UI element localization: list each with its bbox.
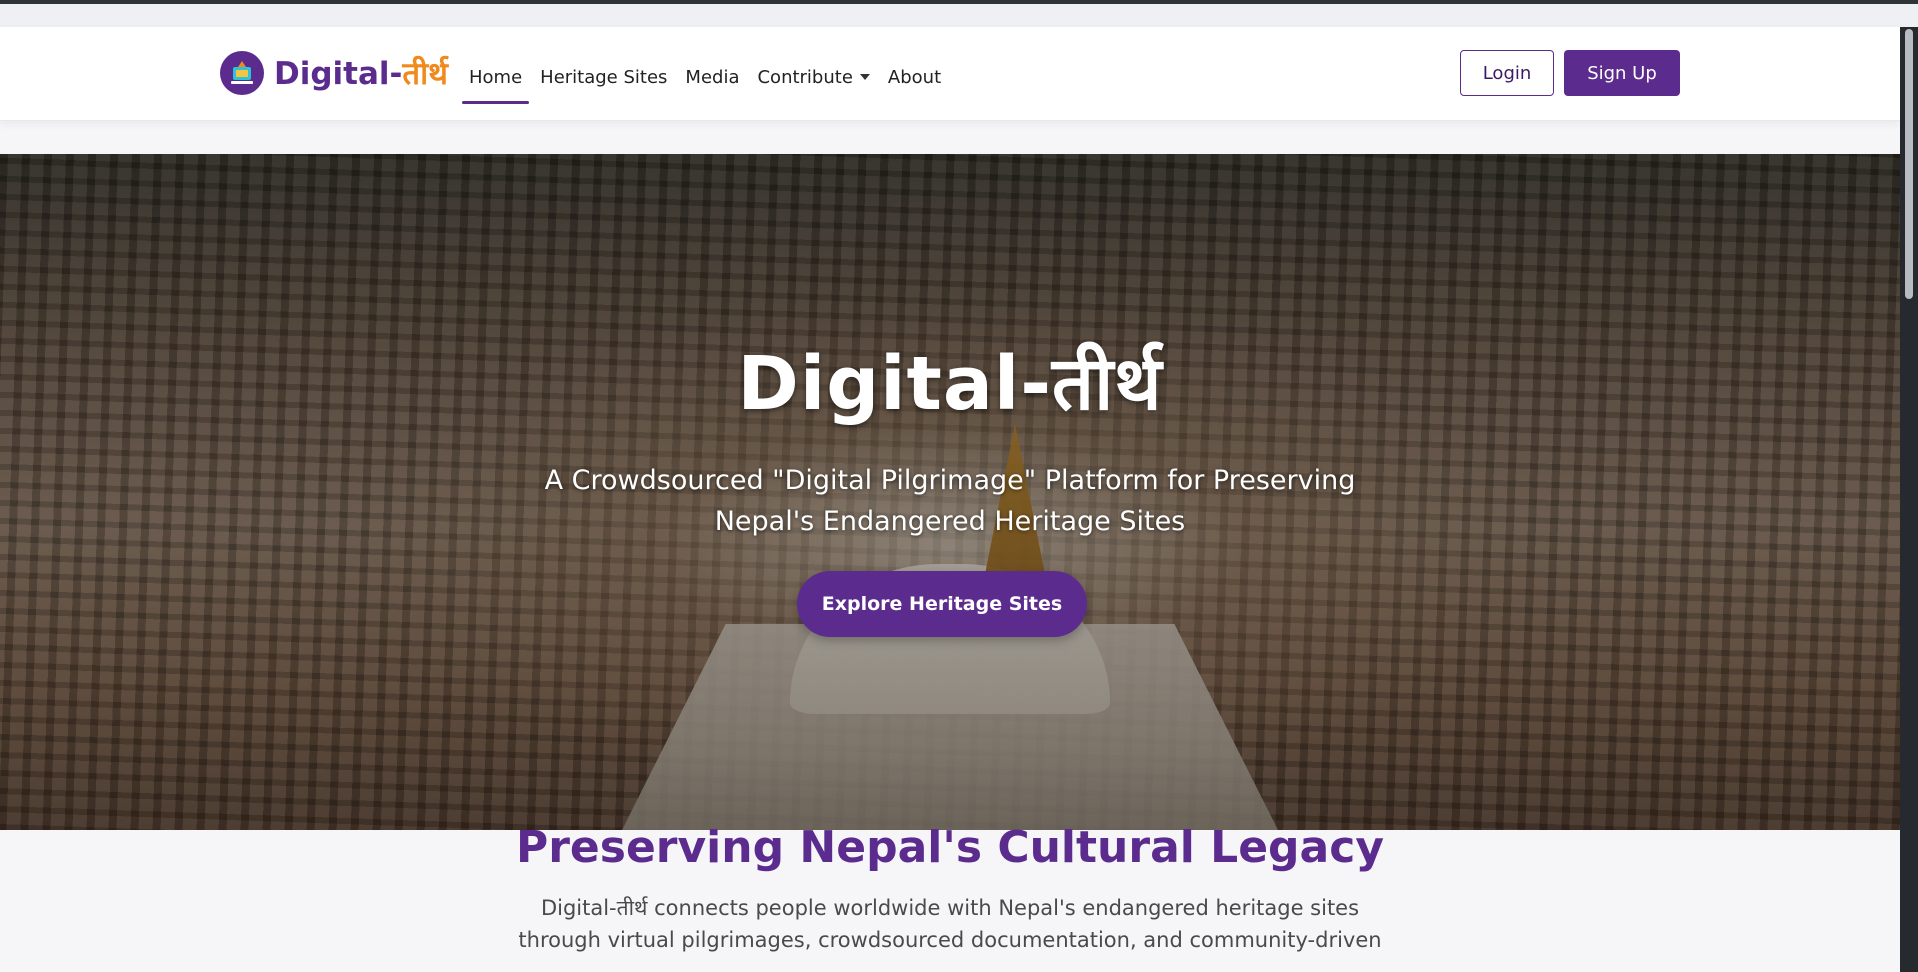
nav-link-contribute-label: Contribute	[757, 66, 853, 88]
hero-subtitle: A Crowdsourced "Digital Pilgrimage" Plat…	[0, 460, 1900, 542]
hero-title: Digital-तीर्थ	[737, 341, 1163, 427]
explore-heritage-sites-button[interactable]: Explore Heritage Sites	[797, 571, 1087, 637]
caret-down-icon	[859, 74, 870, 80]
main-navbar: Digital-तीर्थ Home Heritage Sites Media …	[0, 27, 1900, 121]
nav-link-home-label: Home	[469, 66, 523, 88]
brand-name-prefix: Digital-	[274, 56, 403, 92]
nav-link-heritage-sites[interactable]: Heritage Sites	[531, 61, 676, 94]
nav-link-media[interactable]: Media	[676, 61, 748, 94]
signup-button[interactable]: Sign Up	[1564, 50, 1680, 96]
nav-link-about[interactable]: About	[879, 61, 950, 94]
section-intro-line-2: through virtual pilgrimages, crowdsource…	[518, 928, 1382, 952]
scrollbar-thumb[interactable]	[1905, 29, 1913, 299]
nav-link-contribute[interactable]: Contribute	[748, 61, 878, 94]
section-intro-text: Digital-तीर्थ connects people worldwide …	[470, 892, 1430, 956]
nav-link-home[interactable]: Home	[460, 61, 531, 104]
nav-link-heritage-sites-label: Heritage Sites	[540, 66, 668, 88]
brand-name: Digital-तीर्थ	[274, 52, 448, 94]
brand-name-suffix: तीर्थ	[402, 56, 448, 92]
brand[interactable]: Digital-तीर्थ	[220, 48, 448, 98]
page-scrollbar[interactable]	[1900, 27, 1918, 972]
heritage-logo-icon	[220, 51, 264, 95]
nav-links: Home Heritage Sites Media Contribute Abo…	[460, 57, 950, 104]
hero-subtitle-line-2: Nepal's Endangered Heritage Sites	[714, 506, 1186, 537]
nav-link-about-label: About	[887, 66, 942, 88]
browser-chrome-bar	[0, 4, 1918, 28]
section-intro-line-1: Digital-तीर्थ connects people worldwide …	[540, 896, 1360, 920]
hero-subtitle-line-1: A Crowdsourced "Digital Pilgrimage" Plat…	[544, 465, 1356, 496]
login-button[interactable]: Login	[1460, 50, 1554, 96]
logo-graphic	[231, 61, 253, 84]
section-title: Preserving Nepal's Cultural Legacy	[515, 822, 1384, 873]
nav-link-media-label: Media	[685, 66, 740, 88]
